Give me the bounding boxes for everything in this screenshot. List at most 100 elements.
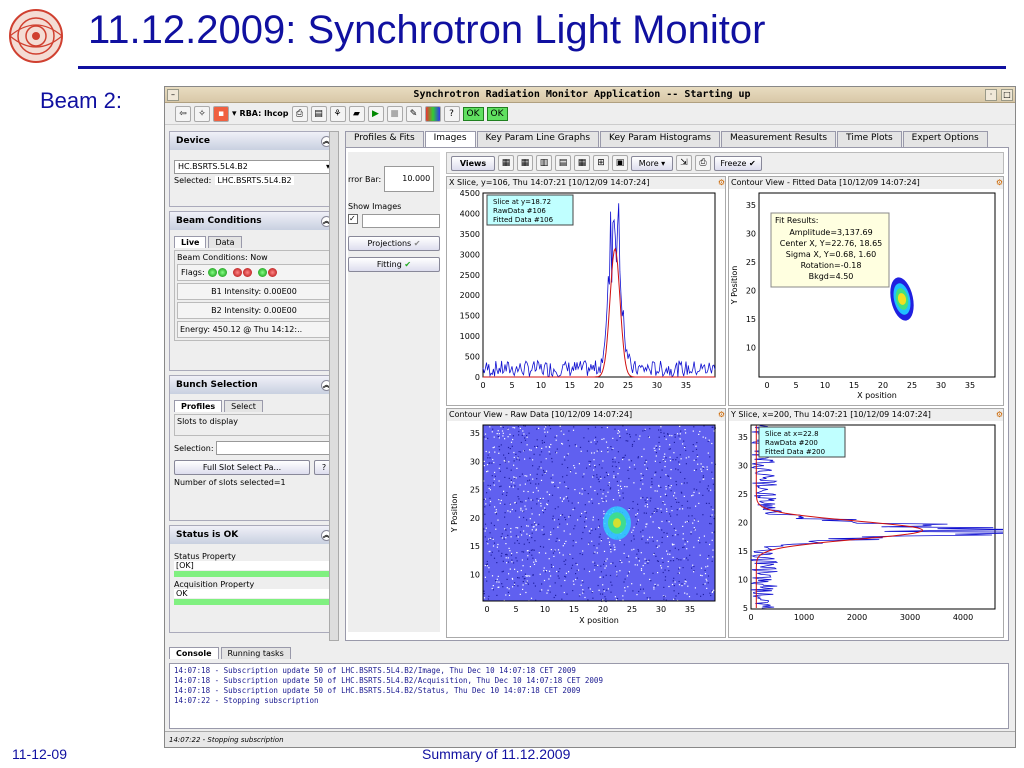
noise-pixel [501,571,503,573]
help-icon[interactable]: ? [443,105,460,122]
tab-expert-options[interactable]: Expert Options [902,131,988,147]
save-icon[interactable]: ▤ [310,105,327,122]
dropdown-arrow-icon[interactable]: ▾ [232,109,237,119]
tab-console[interactable]: Console [169,647,219,659]
minimize-button[interactable]: · [985,88,997,101]
noise-pixel [529,535,531,537]
tab-running-tasks[interactable]: Running tasks [220,647,291,659]
left-pane-scrollbar[interactable] [329,131,339,641]
plot-tools-icon[interactable]: ⚙ [996,177,1003,189]
projections-button[interactable]: Projections ✔ [348,236,440,251]
show-images-input[interactable] [362,214,440,228]
x-tick-label: 5 [509,381,514,390]
noise-pixel [657,584,659,586]
noise-pixel [539,454,541,456]
noise-pixel [577,502,579,504]
noise-pixel [603,590,605,592]
contour-fitted-plot[interactable]: Contour View - Fitted Data [10/12/09 14:… [728,176,1004,406]
selection-input[interactable] [215,441,334,455]
y-tick-label: 25 [746,258,756,267]
palette-icon[interactable] [424,105,441,122]
zoom-icon[interactable]: ⊞ [593,155,609,171]
noise-pixel [504,503,506,505]
fitting-button[interactable]: Fitting ✔ [348,257,440,272]
tab-images[interactable]: Images [424,131,476,147]
layout-columns-icon[interactable]: ▥ [536,155,552,171]
pencil-icon[interactable]: ✎ [405,105,422,122]
device-panel-header[interactable]: Device ︽ [170,132,338,150]
noise-pixel [642,496,644,499]
tree-icon[interactable]: ⚘ [329,105,346,122]
tab-data[interactable]: Data [208,236,242,248]
window-titlebar[interactable]: – Synchrotron Radiation Monitor Applicat… [165,87,1015,103]
noise-pixel [527,583,529,585]
noise-pixel [506,492,508,494]
full-slot-select-button[interactable]: Full Slot Select Pa... [174,460,310,475]
tab-profiles[interactable]: Profiles [174,400,223,412]
maximize-button[interactable]: □ [1001,88,1013,101]
noise-pixel [518,451,520,453]
exit-icon[interactable]: ⇦ [175,105,191,122]
grid-layout-2-icon[interactable]: ▦ [517,155,533,171]
noise-pixel [692,564,694,566]
noise-pixel [613,475,615,477]
layout-grid-icon[interactable]: ▦ [574,155,590,171]
noise-pixel [536,439,538,441]
plot-tools-icon[interactable]: ⚙ [718,409,725,421]
table-icon[interactable]: ▣ [612,155,628,171]
show-images-checkbox[interactable]: ✓ [348,214,358,224]
error-bar-spinner[interactable]: 10.000 [384,166,435,192]
noise-pixel [485,503,487,505]
beam-conditions-header[interactable]: Beam Conditions ︽ [170,212,338,230]
device-selector[interactable]: HC.BSRTS.5L4.B2 ▾ [174,160,334,174]
noise-pixel [510,527,512,530]
noise-pixel [643,448,645,450]
stop-square-icon[interactable]: ■ [386,105,403,122]
plot-tools-icon[interactable]: ⚙ [718,177,725,189]
noise-pixel [673,452,675,454]
export-icon[interactable]: ⇲ [676,155,692,171]
tab-measurement-results[interactable]: Measurement Results [720,131,837,147]
print-icon[interactable]: ⎙ [291,105,308,122]
x-slice-plot[interactable]: X Slice, y=106, Thu 14:07:21 [10/12/09 1… [446,176,726,406]
freeze-button[interactable]: Freeze ✔ [714,155,762,171]
noise-pixel [496,562,498,564]
noise-pixel [511,559,513,561]
stop-icon[interactable]: ▪ [213,105,229,122]
console-log[interactable]: 14:07:18 - Subscription update 50 of LHC… [169,663,1009,729]
noise-pixel [645,501,647,503]
noise-pixel [492,482,495,484]
open-folder-icon[interactable]: ▰ [348,105,365,122]
noise-pixel [573,465,575,467]
noise-pixel [654,508,656,510]
tab-profiles-fits[interactable]: Profiles & Fits [345,131,424,147]
noise-pixel [557,487,559,489]
noise-pixel [651,483,653,485]
layout-rows-icon[interactable]: ▤ [555,155,571,171]
grid-layout-icon[interactable]: ▦ [498,155,514,171]
play-icon[interactable]: ▶ [367,105,384,122]
tab-select[interactable]: Select [224,400,263,412]
y-slice-plot[interactable]: Y Slice, x=200, Thu 14:07:21 [10/12/09 1… [728,408,1024,638]
tab-key-param-line-graphs[interactable]: Key Param Line Graphs [476,131,600,147]
contour-raw-plot[interactable]: Contour View - Raw Data [10/12/09 14:07:… [446,408,726,638]
rba-label[interactable]: RBA: lhcop [240,109,289,118]
tab-key-param-histograms[interactable]: Key Param Histograms [600,131,720,147]
tab-time-plots[interactable]: Time Plots [837,131,902,147]
window-menu-button[interactable]: – [167,88,179,101]
noise-pixel [672,560,675,562]
views-button[interactable]: Views [451,155,495,171]
wand-icon[interactable]: ✧ [194,105,210,122]
plot-tools-icon[interactable]: ⚙ [996,409,1003,421]
noise-pixel [683,558,685,560]
bunch-selection-header[interactable]: Bunch Selection ︽ [170,376,338,394]
noise-pixel [597,478,599,480]
error-bar-value: 10.000 [402,174,431,183]
print-icon[interactable]: ⎙ [695,155,711,171]
status-header[interactable]: Status is OK ︽ [170,526,338,544]
noise-pixel [664,576,667,578]
tab-live[interactable]: Live [174,236,207,248]
noise-pixel [588,440,590,442]
status-header-label: Status is OK [176,530,239,540]
more-button[interactable]: More ▾ [631,155,673,171]
